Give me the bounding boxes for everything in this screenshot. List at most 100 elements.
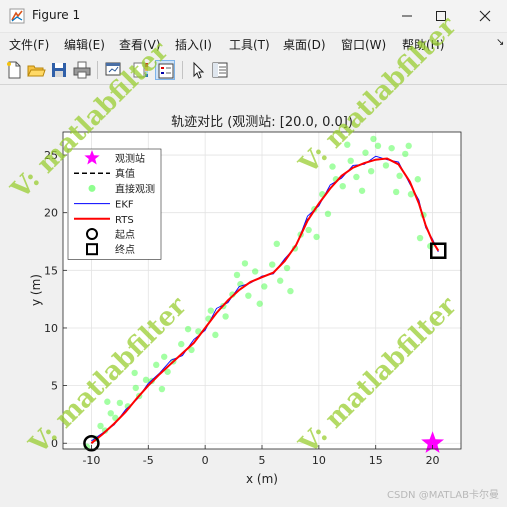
new-figure-button[interactable] (4, 60, 24, 80)
observation-point (261, 283, 268, 290)
observation-point (241, 260, 249, 267)
maximize-icon (436, 11, 446, 21)
y-tick-label: 10 (44, 322, 58, 335)
observation-point (212, 331, 219, 339)
y-tick-label: 15 (44, 264, 58, 277)
observation-point (153, 361, 160, 369)
observation-point (324, 210, 332, 218)
x-tick-label: 10 (312, 454, 326, 467)
observation-point (273, 240, 280, 248)
observation-point (245, 292, 252, 299)
observation-point (313, 233, 320, 241)
observation-point (233, 271, 241, 279)
menu-edit[interactable]: 编辑(E) (64, 36, 105, 53)
observation-point (344, 141, 351, 148)
menu-overflow-icon[interactable]: ↘ (496, 37, 504, 48)
observation-point (374, 142, 382, 150)
menu-desktop[interactable]: 桌面(D) (283, 36, 326, 53)
x-tick-label: -5 (143, 454, 154, 467)
observation-point (116, 399, 124, 407)
insert-legend-button[interactable] (155, 60, 175, 80)
observation-point (107, 410, 114, 417)
observation-point (161, 353, 168, 360)
observation-point (416, 234, 424, 242)
property-inspector-icon (212, 62, 228, 78)
figure-canvas: -10 -5 0 5 10 15 20 0 5 10 15 20 25 轨迹对比 (观测站: [20.0… (0, 11, 507, 507)
legend-label: 直接观测 (115, 182, 155, 195)
y-tick-label: 0 (51, 437, 58, 450)
toolbar-separator (97, 61, 98, 79)
observation-point (178, 340, 185, 348)
observation-point (207, 307, 215, 314)
observation-point (276, 277, 284, 284)
legend-label: 起点 (115, 229, 135, 241)
save-icon (52, 63, 66, 77)
legend[interactable]: 观测站真值直接观测 EKF RTS 起点终点 (67, 148, 162, 260)
observation-point (362, 149, 369, 156)
link-plot-button[interactable] (103, 60, 123, 80)
insert-colorbar-icon (133, 62, 148, 78)
footer-credit: CSDN @MATLAB卡尔曼 (387, 490, 499, 501)
legend-observation-symbol (88, 184, 96, 192)
observation-point (104, 398, 111, 405)
x-tick-label: 0 (202, 454, 209, 467)
trajectory-chart[interactable]: -10 -5 0 5 10 15 20 0 5 10 15 20 25 轨迹对比 (观测站: [20.0… (0, 85, 507, 507)
menu-file[interactable]: 文件(F) (9, 36, 49, 53)
observation-point (339, 182, 346, 190)
print-button[interactable] (72, 60, 92, 80)
legend-label: EKF (115, 200, 134, 211)
y-tick-label: 20 (44, 207, 58, 220)
y-tick-label: 25 (44, 149, 58, 162)
observation-point (184, 325, 192, 333)
observation-point (158, 385, 166, 393)
observation-point (347, 157, 354, 165)
edit-plot-button[interactable] (188, 60, 208, 80)
observation-point (131, 369, 138, 377)
menu-insert[interactable]: 插入(I) (175, 36, 212, 53)
observation-point (405, 142, 412, 150)
legend-label: RTS (115, 215, 134, 226)
observation-point (388, 144, 395, 152)
y-tick-label: 5 (51, 380, 58, 393)
title-bar: Figure 1 (0, 0, 507, 33)
observation-point (329, 163, 336, 170)
property-inspector-button[interactable] (210, 60, 230, 80)
window-title: Figure 1 (32, 8, 81, 22)
new-figure-icon (7, 61, 21, 79)
x-tick-label: 15 (369, 454, 383, 467)
menu-help[interactable]: 帮助(H) (402, 36, 444, 53)
legend-label: 观测站 (115, 152, 145, 165)
x-tick-label: -10 (82, 454, 100, 467)
observation-point (353, 173, 360, 181)
observation-point (287, 287, 294, 295)
observation-point (402, 150, 409, 158)
observation-point (142, 376, 150, 384)
x-axis-label: x (m) (246, 472, 278, 486)
menu-tools[interactable]: 工具(T) (229, 36, 270, 53)
observation-point (358, 187, 366, 194)
observation-point (414, 176, 421, 183)
menu-view[interactable]: 查看(V) (119, 36, 161, 53)
save-button[interactable] (49, 60, 69, 80)
observation-point (222, 313, 229, 320)
observation-point (382, 162, 390, 169)
observation-point (367, 167, 375, 175)
minimize-icon (402, 15, 412, 17)
open-file-button[interactable] (26, 60, 46, 80)
y-axis-label: y (m) (29, 274, 43, 306)
menu-window[interactable]: 窗口(W) (341, 36, 386, 53)
maximize-button[interactable] (421, 0, 461, 32)
edit-plot-icon (193, 61, 205, 79)
close-button[interactable] (465, 0, 505, 32)
insert-colorbar-button[interactable] (131, 60, 151, 80)
toolbar-separator (182, 61, 183, 79)
observation-point (396, 172, 403, 180)
observation-point (256, 300, 263, 307)
x-tick-label: 20 (426, 454, 440, 467)
chart-title: 轨迹对比 (观测站: [20.0, 0.0]) (171, 115, 353, 130)
observation-point (269, 261, 276, 268)
close-icon (479, 10, 491, 22)
x-tick-label: 5 (259, 454, 266, 467)
observation-point (370, 135, 377, 143)
open-file-icon (27, 65, 46, 77)
